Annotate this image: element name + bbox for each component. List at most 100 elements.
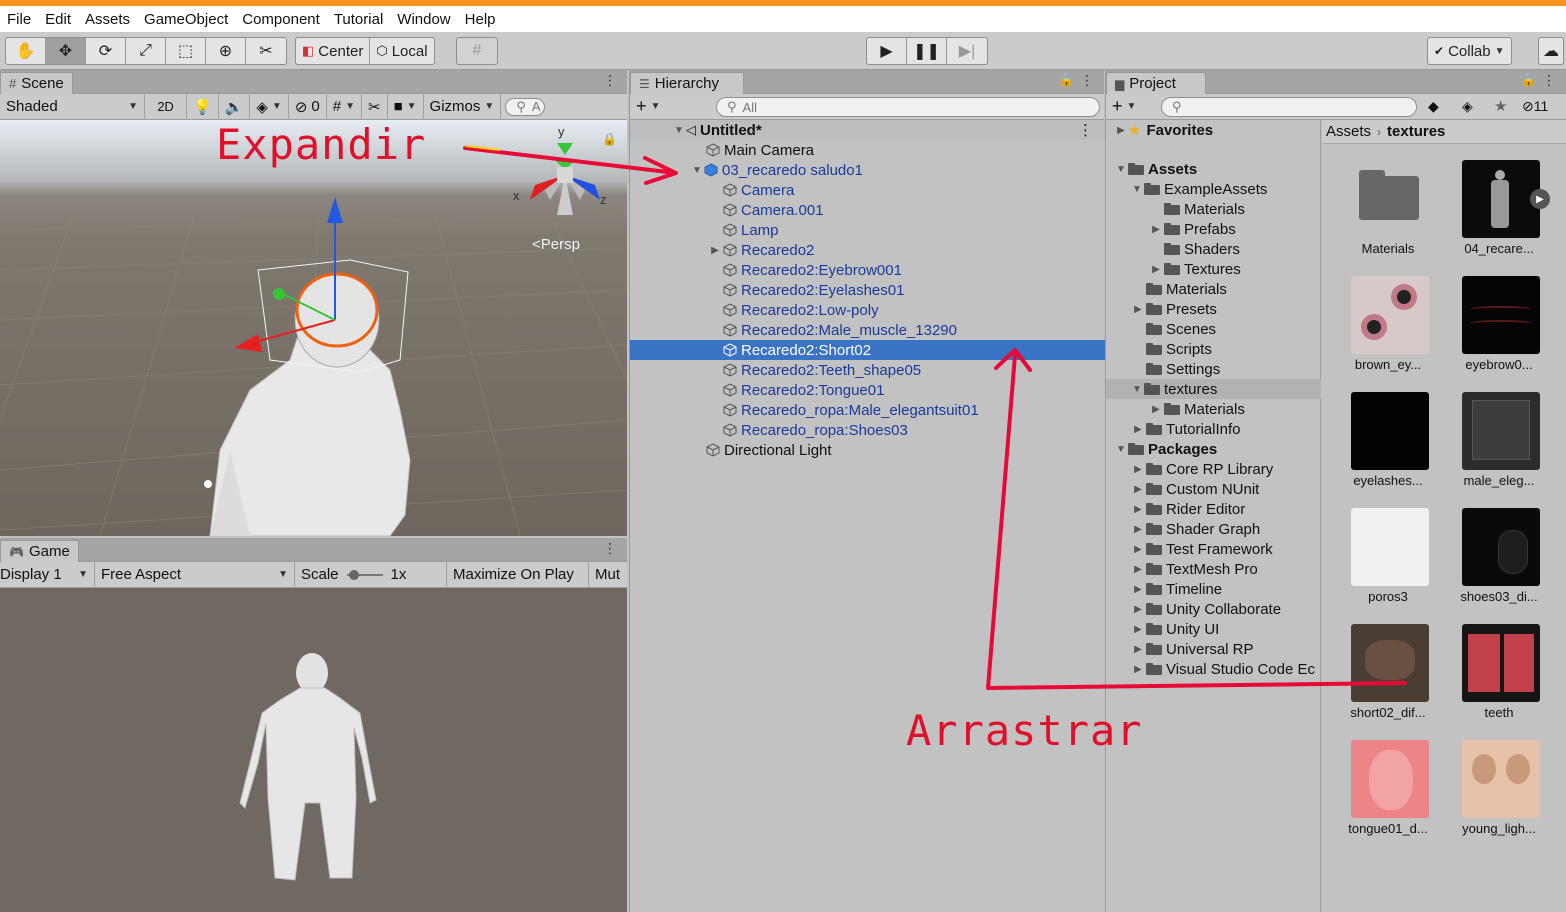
tree-row[interactable]: ▶ Presets	[1130, 299, 1217, 319]
kebab-menu-icon[interactable]: ⋮	[603, 540, 617, 557]
tree-row[interactable]: ▶ Unity Collaborate	[1130, 599, 1281, 619]
tree-row[interactable]: ▶ Custom NUnit	[1130, 479, 1259, 499]
hierarchy-row[interactable]: Recaredo_ropa:Male_elegantsuit01	[630, 400, 1105, 420]
tree-row[interactable]: ▶ Prefabs	[1148, 219, 1236, 239]
menu-tutorial[interactable]: Tutorial	[327, 11, 390, 28]
project-search-input[interactable]: ⚲	[1161, 97, 1417, 117]
tree-row[interactable]: ▶ TutorialInfo	[1130, 419, 1240, 439]
kebab-menu-icon[interactable]: ⋮	[603, 72, 617, 89]
tree-row[interactable]: Scenes	[1146, 319, 1216, 339]
shading-mode-dropdown[interactable]: Shaded ▼	[0, 93, 145, 120]
move-tool-icon[interactable]: ✥	[46, 38, 86, 64]
effects-toggle-icon[interactable]: ◈ ▼	[250, 93, 289, 120]
expand-arrow-icon[interactable]: ▶	[1130, 464, 1146, 475]
expand-arrow-icon[interactable]: ▼	[1114, 164, 1128, 175]
transform-tool-icon[interactable]: ⊕	[206, 38, 246, 64]
camera-settings-icon[interactable]: ■ ▼	[388, 93, 424, 120]
tree-row[interactable]: ▶ Unity UI	[1130, 619, 1219, 639]
cloud-icon[interactable]: ☁	[1539, 38, 1563, 64]
play-icon[interactable]: ▶	[867, 38, 907, 64]
grid-toggle-icon[interactable]: # ▼	[327, 93, 362, 120]
projection-toggle[interactable]: <Persp	[532, 236, 580, 253]
expand-arrow-icon[interactable]: ▶	[1130, 304, 1146, 315]
pivot-local-button[interactable]: ⬡ Local	[370, 38, 433, 64]
lock-icon[interactable]: 🔒	[602, 132, 617, 146]
expand-arrow-icon[interactable]: ▼	[1130, 384, 1144, 395]
expand-arrow-icon[interactable]: ▶	[1130, 584, 1146, 595]
tree-row[interactable]: ▶ Universal RP	[1130, 639, 1253, 659]
favorites-row[interactable]: ▶ ★ Favorites	[1114, 120, 1213, 140]
search-by-type-icon[interactable]: ◆	[1428, 98, 1439, 115]
hierarchy-row[interactable]: Recaredo2:Eyelashes01	[630, 280, 1105, 300]
menu-window[interactable]: Window	[390, 11, 457, 28]
expand-arrow-icon[interactable]: ▼	[690, 165, 704, 176]
expand-arrow-icon[interactable]: ▶	[1130, 644, 1146, 655]
breadcrumb-root[interactable]: Assets	[1326, 123, 1371, 140]
kebab-menu-icon[interactable]: ⋮	[1078, 121, 1093, 139]
tree-row[interactable]: Settings	[1146, 359, 1220, 379]
expand-arrow-icon[interactable]: ▶	[1130, 564, 1146, 575]
audio-toggle-icon[interactable]: 🔈	[219, 93, 251, 120]
expand-arrow-icon[interactable]: ▶	[1130, 544, 1146, 555]
tree-row[interactable]: ▶ Shader Graph	[1130, 519, 1260, 539]
tree-row[interactable]: ▶ Timeline	[1130, 579, 1222, 599]
tree-row[interactable]: ▶ Rider Editor	[1130, 499, 1245, 519]
expand-arrow-icon[interactable]: ▼	[1114, 444, 1128, 455]
maximize-on-play-toggle[interactable]: Maximize On Play	[447, 561, 589, 588]
create-button[interactable]: + ▼	[630, 94, 666, 120]
toggle-2d-button[interactable]: 2D	[145, 93, 187, 120]
create-button[interactable]: + ▼	[1106, 94, 1142, 120]
expand-arrow-icon[interactable]: ▶	[707, 245, 723, 256]
pause-icon[interactable]: ❚❚	[907, 38, 947, 64]
menu-edit[interactable]: Edit	[38, 11, 78, 28]
game-viewport[interactable]	[0, 588, 627, 912]
expand-arrow-icon[interactable]: ▶	[1130, 504, 1146, 515]
gizmos-dropdown[interactable]: Gizmos ▼	[424, 93, 502, 120]
hierarchy-row[interactable]: Directional Light	[630, 440, 1105, 460]
tree-row[interactable]: Materials	[1164, 199, 1245, 219]
step-icon[interactable]: ▶|	[947, 38, 987, 64]
menu-gameobject[interactable]: GameObject	[137, 11, 235, 28]
lock-icon[interactable]: 🔒	[1059, 73, 1074, 87]
grid-snap-icon[interactable]: #	[457, 38, 497, 64]
hierarchy-row[interactable]: Recaredo2:Teeth_shape05	[630, 360, 1105, 380]
custom-tool-icon[interactable]: ✂	[246, 38, 286, 64]
tree-row-selected[interactable]: ▼ textures	[1106, 379, 1321, 399]
display-dropdown[interactable]: Display 1 ▼	[0, 561, 95, 588]
lighting-toggle-icon[interactable]: 💡	[187, 93, 219, 120]
scene-viewport[interactable]: y x z 🔒 <Persp	[0, 120, 627, 536]
hierarchy-row[interactable]: Camera	[630, 180, 1105, 200]
tree-row[interactable]: ▶ TextMesh Pro	[1130, 559, 1258, 579]
expand-arrow-icon[interactable]: ▼	[672, 125, 686, 136]
lock-icon[interactable]: 🔒	[1521, 73, 1536, 87]
rotate-tool-icon[interactable]: ⟳	[86, 38, 126, 64]
rect-tool-icon[interactable]: ⬚	[166, 38, 206, 64]
tab-hierarchy[interactable]: ☰ Hierarchy	[630, 72, 744, 94]
tree-row[interactable]: ▼ Packages	[1114, 439, 1217, 459]
search-by-label-icon[interactable]: ◈	[1462, 98, 1473, 115]
expand-arrow-icon[interactable]: ▶	[1130, 484, 1146, 495]
hierarchy-row[interactable]: Main Camera	[630, 140, 1105, 160]
mute-toggle[interactable]: Mut	[589, 562, 626, 588]
star-icon[interactable]: ★	[1494, 97, 1507, 115]
tab-game[interactable]: 🎮 Game	[0, 540, 79, 562]
expand-arrow-icon[interactable]: ▶	[1148, 224, 1164, 235]
tree-row[interactable]: ▶ Visual Studio Code Ec	[1130, 659, 1320, 679]
tab-scene[interactable]: # Scene	[0, 72, 73, 94]
aspect-dropdown[interactable]: Free Aspect ▼	[95, 561, 295, 588]
hierarchy-row[interactable]: ▶ Recaredo2	[630, 240, 1105, 260]
tools-toggle-icon[interactable]: ✂	[362, 93, 388, 120]
expand-arrow-icon[interactable]: ▶	[1130, 664, 1146, 675]
menu-file[interactable]: File	[0, 11, 38, 28]
play-icon[interactable]: ▶	[1530, 189, 1550, 209]
pivot-center-button[interactable]: ◧ Center	[296, 38, 371, 64]
scene-search-input[interactable]: ⚲ A	[505, 97, 546, 116]
scene-root-row[interactable]: ▼ ◁ Untitled* ⋮	[630, 120, 1105, 140]
expand-arrow-icon[interactable]: ▶	[1130, 624, 1146, 635]
hierarchy-row[interactable]: Lamp	[630, 220, 1105, 240]
tree-row[interactable]: Materials	[1146, 279, 1227, 299]
collab-button[interactable]: ✔ Collab ▼	[1428, 38, 1511, 64]
scale-slider-track[interactable]	[346, 569, 383, 580]
hidden-packages-toggle[interactable]: ⊘11	[1522, 98, 1548, 115]
hierarchy-row[interactable]: Recaredo2:Male_muscle_13290	[630, 320, 1105, 340]
